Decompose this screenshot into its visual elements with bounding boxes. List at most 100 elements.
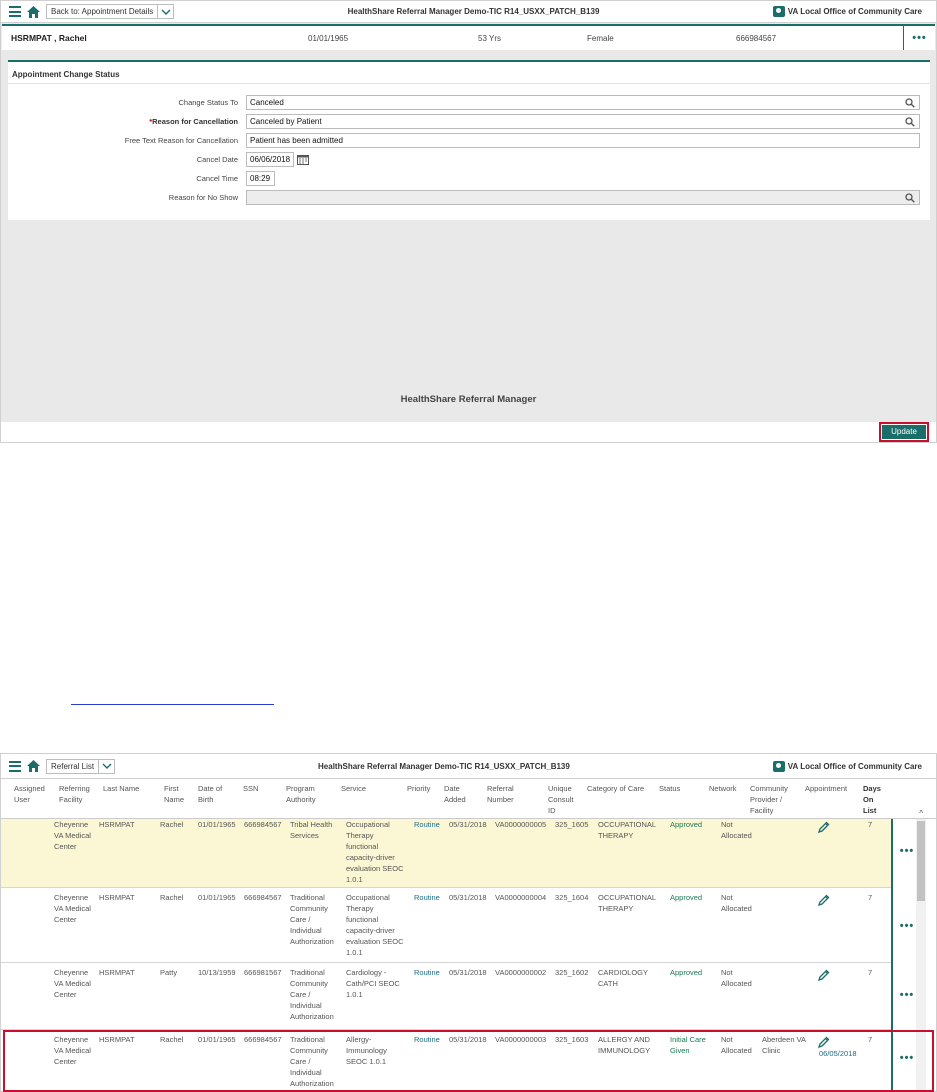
chevron-down-icon bbox=[102, 763, 112, 769]
column-header[interactable]: Date of Birth bbox=[198, 783, 228, 805]
priority: Routine bbox=[414, 820, 440, 829]
category-of-care: OCCUPATIONAL THERAPY bbox=[598, 893, 656, 913]
patient-more-button[interactable]: ••• bbox=[903, 26, 935, 50]
first-name: Patty bbox=[160, 968, 178, 977]
table-row[interactable]: Cheyenne VA Medical Center HSRMPAT Rache… bbox=[1, 888, 913, 963]
referral-number: VA0000000004 bbox=[495, 893, 547, 902]
column-header[interactable]: Appointment bbox=[805, 783, 855, 794]
table-row[interactable]: Cheyenne VA Medical Center HSRMPAT Rache… bbox=[1, 1030, 913, 1091]
column-header[interactable]: Date Added bbox=[444, 783, 474, 805]
service: Cardiology - Cath/PCI SEOC 1.0.1 bbox=[346, 968, 400, 999]
column-header[interactable]: SSN bbox=[243, 783, 273, 794]
ssn: 666984567 bbox=[244, 1035, 282, 1044]
last-name: HSRMPAT bbox=[99, 1035, 135, 1044]
referring-facility: Cheyenne VA Medical Center bbox=[54, 893, 91, 924]
column-header[interactable]: Status bbox=[659, 783, 699, 794]
column-header[interactable]: Last Name bbox=[103, 783, 153, 794]
reason-for-cancellation-row: *Reason for Cancellation Canceled by Pat… bbox=[8, 114, 920, 129]
edit-pencil-icon[interactable] bbox=[818, 894, 830, 906]
status: Approved bbox=[670, 893, 703, 902]
referral-list-nav-button[interactable]: Referral List bbox=[46, 758, 100, 774]
date-added: 05/31/2018 bbox=[449, 1035, 487, 1044]
cancel-date-field[interactable]: 06/06/2018 bbox=[246, 152, 294, 167]
reason-for-no-show-field[interactable] bbox=[246, 190, 920, 205]
vertical-scrollbar[interactable] bbox=[916, 819, 926, 1091]
date-of-birth: 10/13/1959 bbox=[198, 968, 236, 977]
app-title: HealthShare Referral Manager Demo-TIC R1… bbox=[347, 7, 600, 16]
date-added: 05/31/2018 bbox=[449, 893, 487, 902]
edit-pencil-icon[interactable] bbox=[818, 969, 830, 981]
free-text-reason-value: Patient has been admitted bbox=[250, 136, 343, 145]
search-icon[interactable] bbox=[905, 98, 915, 108]
date-added: 05/31/2018 bbox=[449, 820, 487, 829]
category-of-care: CARDIOLOGY CATH bbox=[598, 968, 648, 988]
table-row[interactable]: Cheyenne VA Medical Center HSRMPAT Patty… bbox=[1, 963, 913, 1030]
bottom-action-bar bbox=[1, 422, 936, 442]
column-header[interactable]: Service bbox=[341, 783, 391, 794]
column-header[interactable]: Program Authority bbox=[286, 783, 326, 805]
appointment-date[interactable]: 06/05/2018 bbox=[819, 1048, 857, 1059]
reason-for-no-show-row: Reason for No Show bbox=[8, 190, 920, 205]
edit-pencil-icon[interactable] bbox=[818, 821, 830, 833]
ssn: 666984567 bbox=[244, 893, 282, 902]
document-hyperlink[interactable] bbox=[71, 693, 274, 705]
patient-age: 53 Yrs bbox=[478, 33, 501, 43]
patient-dob: 01/01/1965 bbox=[308, 33, 349, 43]
unique-consult-id: 325_1605 bbox=[555, 820, 589, 829]
search-icon[interactable] bbox=[905, 117, 915, 127]
update-button[interactable]: Update bbox=[882, 425, 926, 439]
chevron-down-icon bbox=[161, 9, 171, 15]
column-header[interactable]: Referring Facility bbox=[59, 783, 97, 805]
scroll-up-arrow-icon[interactable]: ^ bbox=[919, 809, 923, 818]
reason-for-cancellation-field[interactable]: Canceled by Patient bbox=[246, 114, 920, 129]
column-header[interactable]: Referral Number bbox=[487, 783, 527, 805]
table-row[interactable]: Cheyenne VA Medical Center HSRMPAT Rache… bbox=[1, 819, 913, 888]
column-header[interactable]: Unique Consult ID bbox=[548, 783, 582, 816]
id-card-icon bbox=[772, 6, 785, 17]
row-more-button[interactable]: ••• bbox=[897, 920, 917, 932]
referring-facility: Cheyenne VA Medical Center bbox=[54, 968, 91, 999]
column-header[interactable]: Community Provider / Facility bbox=[750, 783, 798, 816]
first-name: Rachel bbox=[160, 893, 184, 902]
back-to-appointment-details-button[interactable]: Back to: Appointment Details bbox=[46, 4, 159, 19]
first-name: Rachel bbox=[160, 1035, 184, 1044]
days-on-list: 7 bbox=[868, 893, 873, 902]
patient-banner: HSRMPAT , Rachel 01/01/1965 53 Yrs Femal… bbox=[2, 24, 935, 50]
navigation-dropdown-button[interactable] bbox=[99, 758, 116, 774]
office-selector[interactable]: VA Local Office of Community Care bbox=[772, 6, 922, 17]
calendar-icon[interactable] bbox=[297, 154, 309, 165]
hamburger-menu-icon[interactable] bbox=[9, 760, 21, 772]
row-more-button[interactable]: ••• bbox=[897, 989, 917, 1001]
cancel-time-field[interactable]: 08:29 bbox=[246, 171, 275, 186]
column-header[interactable]: Days On List bbox=[863, 783, 885, 816]
search-icon[interactable] bbox=[905, 193, 915, 203]
column-header[interactable]: First Name bbox=[164, 783, 190, 805]
row-more-button[interactable]: ••• bbox=[897, 1052, 917, 1064]
appointment-change-status-screen: Back to: Appointment Details HealthShare… bbox=[0, 0, 937, 443]
app-header: Back to: Appointment Details HealthShare… bbox=[1, 1, 936, 23]
free-text-reason-field[interactable]: Patient has been admitted bbox=[246, 133, 920, 148]
scrollbar-thumb[interactable] bbox=[917, 821, 925, 901]
change-status-field[interactable]: Canceled bbox=[246, 95, 920, 110]
last-name: HSRMPAT bbox=[99, 820, 135, 829]
hamburger-menu-icon[interactable] bbox=[9, 6, 21, 17]
patient-ssn: 666984567 bbox=[736, 33, 777, 43]
navigation-dropdown-button[interactable] bbox=[158, 4, 175, 19]
update-button-callout: Update bbox=[879, 422, 929, 442]
column-header[interactable]: Priority bbox=[407, 783, 437, 794]
row-more-button[interactable]: ••• bbox=[897, 845, 917, 857]
cancel-date-row: Cancel Date 06/06/2018 bbox=[8, 152, 309, 167]
column-header[interactable]: Category of Care bbox=[587, 783, 657, 794]
unique-consult-id: 325_1604 bbox=[555, 893, 589, 902]
home-icon[interactable] bbox=[27, 760, 40, 772]
network: Not Allocated bbox=[721, 1035, 752, 1055]
office-selector[interactable]: VA Local Office of Community Care bbox=[772, 760, 922, 772]
column-header[interactable]: Assigned User bbox=[14, 783, 49, 805]
home-icon[interactable] bbox=[27, 5, 40, 18]
referral-table-header: Assigned User Referring Facility Last Na… bbox=[1, 779, 936, 819]
column-header[interactable]: Network bbox=[709, 783, 749, 794]
status: Approved bbox=[670, 968, 703, 977]
reason-label-text: Reason for Cancellation bbox=[152, 117, 238, 126]
unique-consult-id: 325_1602 bbox=[555, 968, 589, 977]
edit-pencil-icon[interactable] bbox=[818, 1036, 830, 1048]
